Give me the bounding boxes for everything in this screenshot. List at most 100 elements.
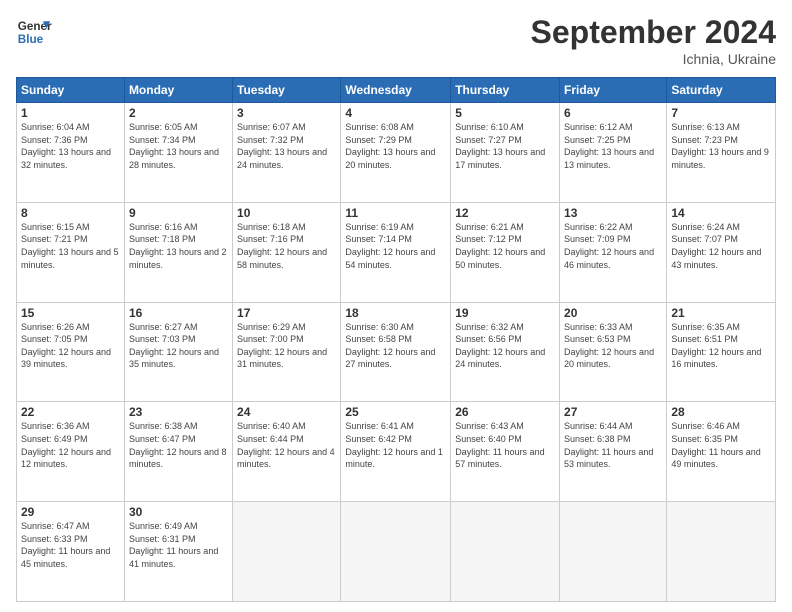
day-number: 5 — [455, 106, 555, 120]
day-number: 4 — [345, 106, 446, 120]
day-number: 22 — [21, 405, 120, 419]
day-number: 19 — [455, 306, 555, 320]
day-info: Sunrise: 6:32 AMSunset: 6:56 PMDaylight:… — [455, 321, 555, 371]
calendar-table: SundayMondayTuesdayWednesdayThursdayFrid… — [16, 77, 776, 602]
day-number: 10 — [237, 206, 336, 220]
day-number: 17 — [237, 306, 336, 320]
day-number: 20 — [564, 306, 662, 320]
day-info: Sunrise: 6:13 AMSunset: 7:23 PMDaylight:… — [671, 121, 771, 171]
calendar-cell — [341, 502, 451, 602]
week-row-1: 1Sunrise: 6:04 AMSunset: 7:36 PMDaylight… — [17, 103, 776, 203]
calendar-cell: 20Sunrise: 6:33 AMSunset: 6:53 PMDayligh… — [560, 302, 667, 402]
day-info: Sunrise: 6:29 AMSunset: 7:00 PMDaylight:… — [237, 321, 336, 371]
day-info: Sunrise: 6:36 AMSunset: 6:49 PMDaylight:… — [21, 420, 120, 470]
calendar-cell: 7Sunrise: 6:13 AMSunset: 7:23 PMDaylight… — [667, 103, 776, 203]
day-number: 15 — [21, 306, 120, 320]
day-info: Sunrise: 6:30 AMSunset: 6:58 PMDaylight:… — [345, 321, 446, 371]
day-number: 25 — [345, 405, 446, 419]
logo: General Blue — [16, 14, 52, 50]
calendar-cell: 18Sunrise: 6:30 AMSunset: 6:58 PMDayligh… — [341, 302, 451, 402]
day-number: 18 — [345, 306, 446, 320]
day-number: 2 — [129, 106, 228, 120]
calendar-page: General Blue September 2024 Ichnia, Ukra… — [0, 0, 792, 612]
calendar-cell: 10Sunrise: 6:18 AMSunset: 7:16 PMDayligh… — [233, 202, 341, 302]
header: General Blue September 2024 Ichnia, Ukra… — [16, 14, 776, 67]
svg-text:Blue: Blue — [18, 33, 44, 46]
day-info: Sunrise: 6:21 AMSunset: 7:12 PMDaylight:… — [455, 221, 555, 271]
title-block: September 2024 Ichnia, Ukraine — [531, 14, 776, 67]
calendar-cell: 22Sunrise: 6:36 AMSunset: 6:49 PMDayligh… — [17, 402, 125, 502]
calendar-cell: 9Sunrise: 6:16 AMSunset: 7:18 PMDaylight… — [124, 202, 232, 302]
calendar-cell: 19Sunrise: 6:32 AMSunset: 6:56 PMDayligh… — [451, 302, 560, 402]
day-number: 26 — [455, 405, 555, 419]
day-info: Sunrise: 6:12 AMSunset: 7:25 PMDaylight:… — [564, 121, 662, 171]
day-info: Sunrise: 6:33 AMSunset: 6:53 PMDaylight:… — [564, 321, 662, 371]
day-number: 1 — [21, 106, 120, 120]
calendar-cell: 28Sunrise: 6:46 AMSunset: 6:35 PMDayligh… — [667, 402, 776, 502]
day-info: Sunrise: 6:07 AMSunset: 7:32 PMDaylight:… — [237, 121, 336, 171]
weekday-sunday: Sunday — [17, 78, 125, 103]
calendar-cell: 15Sunrise: 6:26 AMSunset: 7:05 PMDayligh… — [17, 302, 125, 402]
calendar-cell: 8Sunrise: 6:15 AMSunset: 7:21 PMDaylight… — [17, 202, 125, 302]
week-row-5: 29Sunrise: 6:47 AMSunset: 6:33 PMDayligh… — [17, 502, 776, 602]
calendar-cell: 1Sunrise: 6:04 AMSunset: 7:36 PMDaylight… — [17, 103, 125, 203]
calendar-cell: 3Sunrise: 6:07 AMSunset: 7:32 PMDaylight… — [233, 103, 341, 203]
day-number: 9 — [129, 206, 228, 220]
day-info: Sunrise: 6:16 AMSunset: 7:18 PMDaylight:… — [129, 221, 228, 271]
week-row-2: 8Sunrise: 6:15 AMSunset: 7:21 PMDaylight… — [17, 202, 776, 302]
calendar-cell: 24Sunrise: 6:40 AMSunset: 6:44 PMDayligh… — [233, 402, 341, 502]
day-info: Sunrise: 6:38 AMSunset: 6:47 PMDaylight:… — [129, 420, 228, 470]
calendar-cell: 27Sunrise: 6:44 AMSunset: 6:38 PMDayligh… — [560, 402, 667, 502]
day-number: 8 — [21, 206, 120, 220]
calendar-cell: 25Sunrise: 6:41 AMSunset: 6:42 PMDayligh… — [341, 402, 451, 502]
weekday-thursday: Thursday — [451, 78, 560, 103]
calendar-cell: 2Sunrise: 6:05 AMSunset: 7:34 PMDaylight… — [124, 103, 232, 203]
day-info: Sunrise: 6:19 AMSunset: 7:14 PMDaylight:… — [345, 221, 446, 271]
calendar-cell: 30Sunrise: 6:49 AMSunset: 6:31 PMDayligh… — [124, 502, 232, 602]
day-info: Sunrise: 6:08 AMSunset: 7:29 PMDaylight:… — [345, 121, 446, 171]
location: Ichnia, Ukraine — [531, 51, 776, 67]
calendar-cell: 26Sunrise: 6:43 AMSunset: 6:40 PMDayligh… — [451, 402, 560, 502]
calendar-cell: 23Sunrise: 6:38 AMSunset: 6:47 PMDayligh… — [124, 402, 232, 502]
calendar-cell: 5Sunrise: 6:10 AMSunset: 7:27 PMDaylight… — [451, 103, 560, 203]
day-number: 30 — [129, 505, 228, 519]
day-number: 13 — [564, 206, 662, 220]
calendar-cell — [451, 502, 560, 602]
day-info: Sunrise: 6:40 AMSunset: 6:44 PMDaylight:… — [237, 420, 336, 470]
calendar-cell: 11Sunrise: 6:19 AMSunset: 7:14 PMDayligh… — [341, 202, 451, 302]
calendar-cell: 14Sunrise: 6:24 AMSunset: 7:07 PMDayligh… — [667, 202, 776, 302]
day-info: Sunrise: 6:27 AMSunset: 7:03 PMDaylight:… — [129, 321, 228, 371]
day-info: Sunrise: 6:43 AMSunset: 6:40 PMDaylight:… — [455, 420, 555, 470]
day-info: Sunrise: 6:18 AMSunset: 7:16 PMDaylight:… — [237, 221, 336, 271]
day-number: 12 — [455, 206, 555, 220]
calendar-cell — [233, 502, 341, 602]
day-info: Sunrise: 6:47 AMSunset: 6:33 PMDaylight:… — [21, 520, 120, 570]
day-info: Sunrise: 6:44 AMSunset: 6:38 PMDaylight:… — [564, 420, 662, 470]
week-row-4: 22Sunrise: 6:36 AMSunset: 6:49 PMDayligh… — [17, 402, 776, 502]
logo-icon: General Blue — [16, 14, 52, 50]
weekday-saturday: Saturday — [667, 78, 776, 103]
day-number: 21 — [671, 306, 771, 320]
day-info: Sunrise: 6:05 AMSunset: 7:34 PMDaylight:… — [129, 121, 228, 171]
day-number: 7 — [671, 106, 771, 120]
day-number: 28 — [671, 405, 771, 419]
calendar-cell: 4Sunrise: 6:08 AMSunset: 7:29 PMDaylight… — [341, 103, 451, 203]
day-number: 6 — [564, 106, 662, 120]
calendar-cell: 13Sunrise: 6:22 AMSunset: 7:09 PMDayligh… — [560, 202, 667, 302]
day-number: 11 — [345, 206, 446, 220]
day-number: 24 — [237, 405, 336, 419]
month-title: September 2024 — [531, 14, 776, 51]
weekday-wednesday: Wednesday — [341, 78, 451, 103]
weekday-header-row: SundayMondayTuesdayWednesdayThursdayFrid… — [17, 78, 776, 103]
day-number: 27 — [564, 405, 662, 419]
day-number: 16 — [129, 306, 228, 320]
day-info: Sunrise: 6:22 AMSunset: 7:09 PMDaylight:… — [564, 221, 662, 271]
calendar-cell: 6Sunrise: 6:12 AMSunset: 7:25 PMDaylight… — [560, 103, 667, 203]
calendar-cell: 16Sunrise: 6:27 AMSunset: 7:03 PMDayligh… — [124, 302, 232, 402]
calendar-cell: 12Sunrise: 6:21 AMSunset: 7:12 PMDayligh… — [451, 202, 560, 302]
calendar-cell: 29Sunrise: 6:47 AMSunset: 6:33 PMDayligh… — [17, 502, 125, 602]
day-number: 14 — [671, 206, 771, 220]
weekday-monday: Monday — [124, 78, 232, 103]
weekday-tuesday: Tuesday — [233, 78, 341, 103]
calendar-cell: 17Sunrise: 6:29 AMSunset: 7:00 PMDayligh… — [233, 302, 341, 402]
